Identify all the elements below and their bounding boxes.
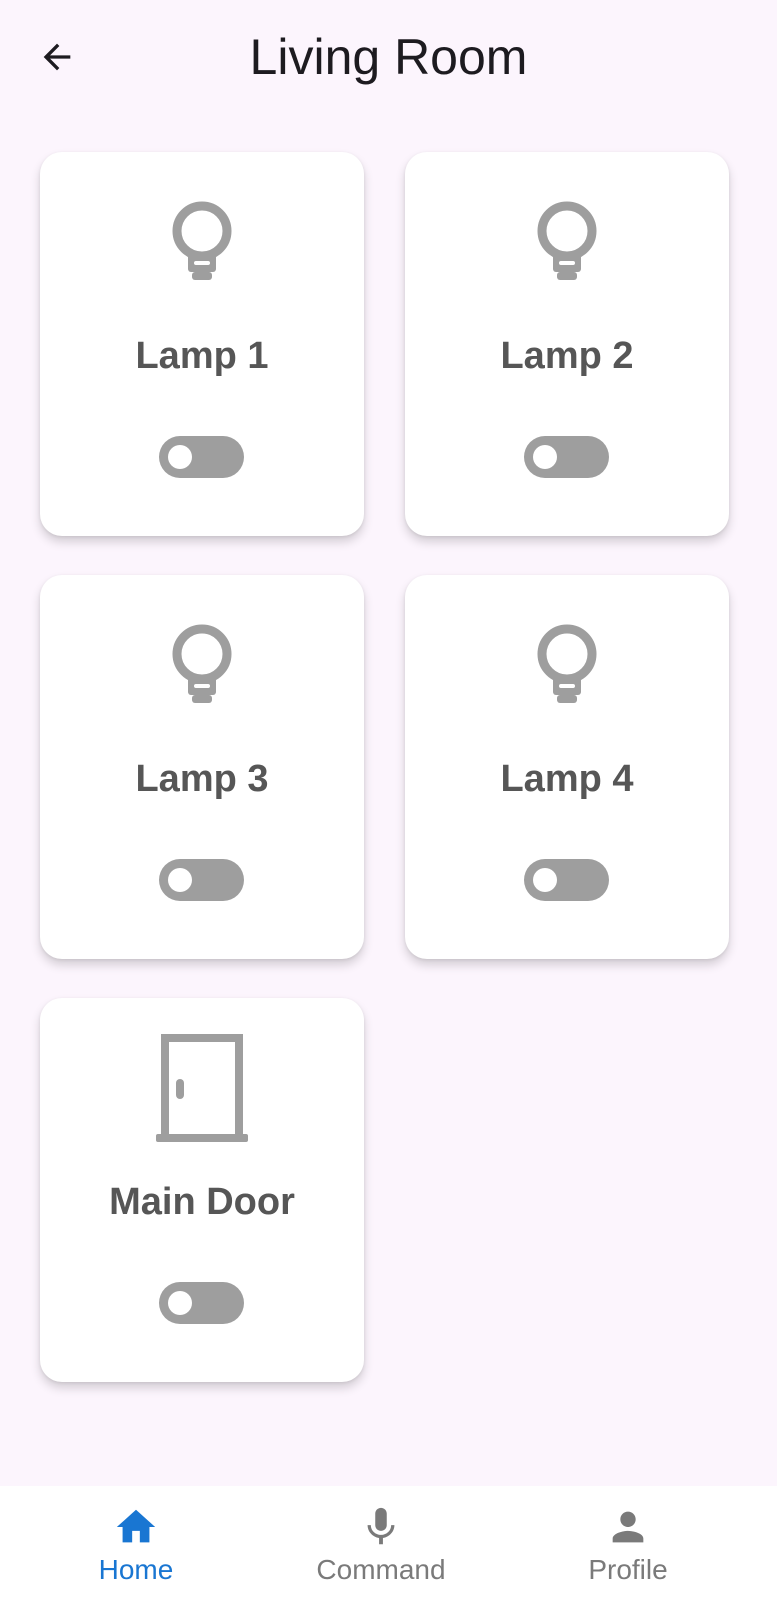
app-bar: Living Room xyxy=(0,0,777,116)
person-icon xyxy=(498,1504,758,1550)
lightbulb-icon xyxy=(405,198,729,294)
toggle-knob xyxy=(168,1291,192,1315)
lightbulb-icon xyxy=(40,198,364,294)
page-title: Living Room xyxy=(249,29,528,85)
toggle-knob xyxy=(168,868,192,892)
device-card-lamp-1[interactable]: Lamp 1 xyxy=(40,152,364,536)
lightbulb-icon xyxy=(40,621,364,717)
microphone-icon xyxy=(251,1504,511,1550)
toggle-knob xyxy=(533,445,557,469)
device-label: Lamp 4 xyxy=(500,758,634,800)
device-toggle[interactable] xyxy=(159,436,244,478)
device-label: Main Door xyxy=(109,1181,295,1223)
toggle-knob xyxy=(168,445,192,469)
nav-item-profile[interactable]: Profile xyxy=(498,1486,758,1600)
door-icon xyxy=(40,1034,364,1142)
device-toggle[interactable] xyxy=(159,859,244,901)
device-label: Lamp 3 xyxy=(135,758,269,800)
device-toggle[interactable] xyxy=(524,859,609,901)
toggle-knob xyxy=(533,868,557,892)
device-toggle[interactable] xyxy=(159,1282,244,1324)
device-card-lamp-2[interactable]: Lamp 2 xyxy=(405,152,729,536)
device-card-lamp-3[interactable]: Lamp 3 xyxy=(40,575,364,959)
nav-label: Profile xyxy=(588,1554,668,1585)
nav-item-command[interactable]: Command xyxy=(251,1486,511,1600)
device-toggle[interactable] xyxy=(524,436,609,478)
device-label: Lamp 2 xyxy=(500,335,634,377)
device-card-main-door[interactable]: Main Door xyxy=(40,998,364,1382)
home-icon xyxy=(6,1504,266,1550)
nav-item-home[interactable]: Home xyxy=(6,1486,266,1600)
device-card-lamp-4[interactable]: Lamp 4 xyxy=(405,575,729,959)
nav-label: Home xyxy=(98,1554,174,1585)
nav-label: Command xyxy=(316,1554,446,1585)
lightbulb-icon xyxy=(405,621,729,717)
bottom-navigation: Home Command Profile xyxy=(0,1486,777,1600)
device-label: Lamp 1 xyxy=(135,335,269,377)
